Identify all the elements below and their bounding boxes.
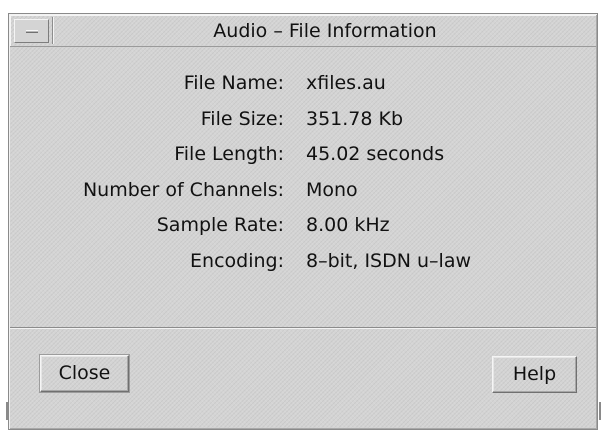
info-row-file-size: File Size: 351.78 Kb [9,108,597,144]
info-row-channels: Number of Channels: Mono [9,179,597,215]
info-row-file-name: File Name: xfiles.au [9,72,597,108]
file-size-value: 351.78 Kb [306,107,404,130]
channels-value: Mono [306,178,358,201]
file-info-list: File Name: xfiles.au File Size: 351.78 K… [9,72,597,286]
info-row-file-length: File Length: 45.02 seconds [9,143,597,179]
file-name-value: xfiles.au [306,72,386,94]
window-menu-icon [26,30,38,33]
sample-rate-value: 8.00 kHz [306,214,390,237]
info-row-encoding: Encoding: 8–bit, ISDN u–law [9,250,597,286]
encoding-label: Encoding: [190,249,284,272]
file-size-label: File Size: [200,107,284,130]
window-title: Audio – File Information [213,20,437,42]
window-menu-button[interactable] [14,19,49,43]
file-information-window: Audio – File Information File Name: xfil… [8,13,598,430]
info-row-sample-rate: Sample Rate: 8.00 kHz [9,214,597,250]
frame-resize-tick-left [6,402,8,420]
encoding-value: 8–bit, ISDN u–law [306,249,472,272]
channels-label: Number of Channels: [82,178,284,201]
file-name-label: File Name: [183,72,284,94]
file-length-value: 45.02 seconds [306,143,445,166]
title-divider [52,17,53,44]
frame-resize-tick-right [599,402,601,420]
close-button[interactable]: Close [39,354,130,393]
title-bar[interactable]: Audio – File Information [10,15,596,47]
file-length-label: File Length: [174,143,284,166]
help-button[interactable]: Help [492,356,577,393]
sample-rate-label: Sample Rate: [156,214,284,237]
button-area-separator [10,327,596,328]
